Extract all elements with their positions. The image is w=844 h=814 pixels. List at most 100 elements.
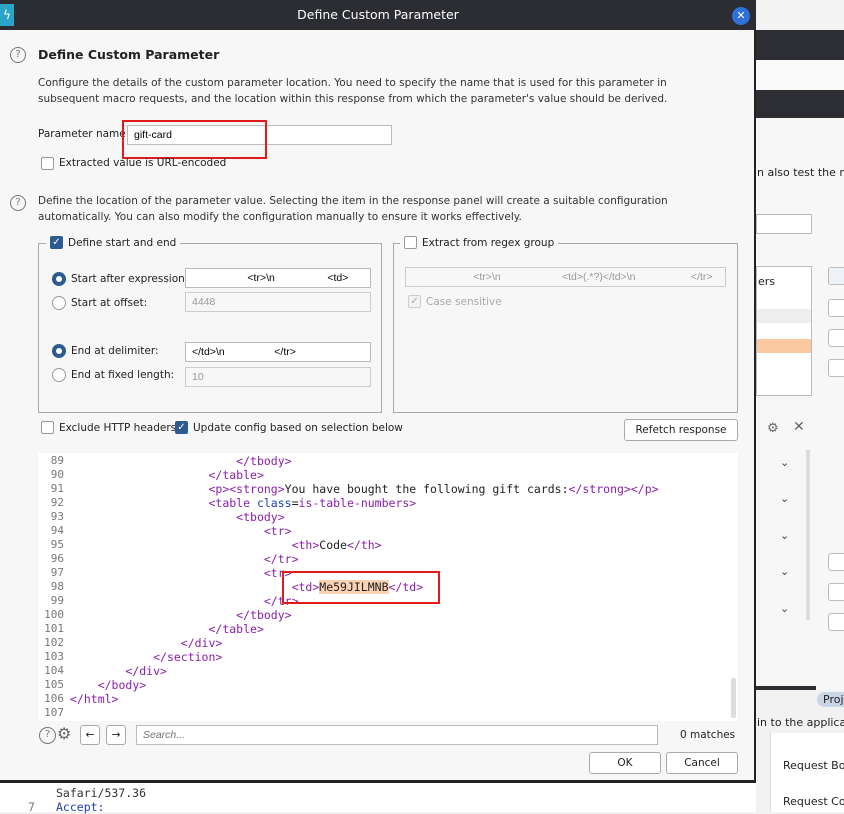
line-number: 107 [44,706,64,719]
background-button [828,613,844,631]
exclude-http-headers-label: Exclude HTTP headers [59,422,177,434]
background-code-line: Safari/537.36 [56,786,147,800]
annotation-highlight-box [282,571,440,604]
code-line: <table class=is-table-numbers> [70,496,416,510]
line-number: 90 [50,468,64,481]
line-number: 95 [50,538,64,551]
annotation-highlight-box [122,120,267,159]
editor-scrollbar[interactable] [731,678,736,718]
chevron-down-icon: ⌄ [780,602,790,615]
code-token: <p><strong> [208,482,285,496]
dialog-titlebar: Define Custom Parameter [0,0,756,30]
code-token: <tr> [263,524,292,538]
code-line: </table> [70,622,264,636]
match-count: 0 matches [680,729,736,741]
refetch-response-button[interactable]: Refetch response [624,419,738,441]
code-line: </tr> [70,594,299,608]
regex-input[interactable] [405,267,726,287]
url-encoded-checkbox[interactable] [41,157,54,170]
code-token: </table> [208,622,264,636]
help-icon[interactable]: ? [10,195,26,211]
gear-icon[interactable]: ⚙ [57,724,71,743]
previous-match-button[interactable]: ← [80,725,100,745]
code-line: <tbody> [70,510,285,524]
end-at-delimiter-input[interactable] [185,342,371,362]
end-at-fixed-length-label: End at fixed length: [71,369,175,381]
url-encoded-label: Extracted value is URL-encoded [59,157,227,169]
end-at-fixed-length-input[interactable] [185,367,371,387]
update-config-label: Update config based on selection below [193,422,403,434]
code-line: <tr> [70,524,292,538]
background-status: in to the applicatio [757,716,844,729]
help-icon[interactable]: ? [39,727,56,744]
start-at-offset-radio[interactable] [52,296,66,310]
line-number: 96 [50,552,64,565]
background-list-row [757,309,811,323]
start-after-expression-input[interactable] [185,268,371,288]
code-token: <th> [291,538,320,552]
gear-icon: ⚙ [767,421,779,436]
background-button [828,299,844,317]
code-token: You have bought the following gift cards… [284,482,569,496]
background-macro-window [756,118,844,690]
background-button [828,359,844,377]
page-title: Define Custom Parameter [38,47,220,62]
chevron-down-icon: ⌄ [780,565,790,578]
code-token: = [291,496,299,510]
intro-text: Configure the details of the custom para… [38,77,668,105]
code-token: </section> [153,650,223,664]
code-token: <tbody> [236,510,285,524]
background-titlebar-2 [756,90,844,118]
background-input [756,214,812,234]
end-at-fixed-length-radio[interactable] [52,368,66,382]
chevron-down-icon: ⌄ [780,529,790,542]
background-button [828,583,844,601]
background-window-top [756,0,844,30]
next-match-button[interactable]: → [106,725,126,745]
help-icon[interactable]: ? [10,47,26,63]
search-input[interactable] [136,725,658,745]
start-at-offset-input[interactable] [185,292,371,312]
line-number: 106 [44,692,64,705]
code-token: </div> [180,636,223,650]
background-titlebar [756,30,844,60]
end-at-delimiter-radio[interactable] [52,344,66,358]
line-number: 93 [50,510,64,523]
code-line: </table> [70,468,263,482]
cancel-button[interactable]: Cancel [666,752,738,774]
start-after-expression-radio[interactable] [52,272,66,286]
code-line: </html> [70,692,118,706]
extract-regex-checkbox[interactable] [404,236,417,249]
line-number: 91 [50,482,64,495]
close-button[interactable]: ✕ [732,7,750,25]
code-token: </div> [125,664,167,678]
code-token: </tbody> [236,454,292,468]
close-icon: ✕ [793,419,805,435]
case-sensitive-checkbox[interactable]: ✓ [408,295,421,308]
code-line: <p><strong>You have bought the following… [70,482,658,496]
ok-button[interactable]: OK [589,752,661,774]
define-start-end-label: Define start and end [68,236,177,249]
define-custom-parameter-dialog: Define Custom Parameter ϟ ✕ ? Define Cus… [0,0,756,780]
code-line: </section> [70,650,222,664]
background-button [828,553,844,571]
background-list-row-selected [757,339,811,353]
update-config-checkbox[interactable]: ✓ [175,421,188,434]
define-start-end-checkbox[interactable]: ✓ [50,236,63,249]
background-request-cookies: Request Coo [783,795,844,808]
code-token: </tr> [263,552,299,566]
start-after-expression-label: Start after expression: [71,273,189,285]
line-number: 103 [44,650,64,663]
exclude-http-headers-checkbox[interactable] [41,421,54,434]
code-token: </tbody> [236,608,292,622]
parameter-name-label: Parameter name [38,128,126,140]
line-number: 99 [50,594,64,607]
chevron-down-icon: ⌄ [780,456,790,469]
